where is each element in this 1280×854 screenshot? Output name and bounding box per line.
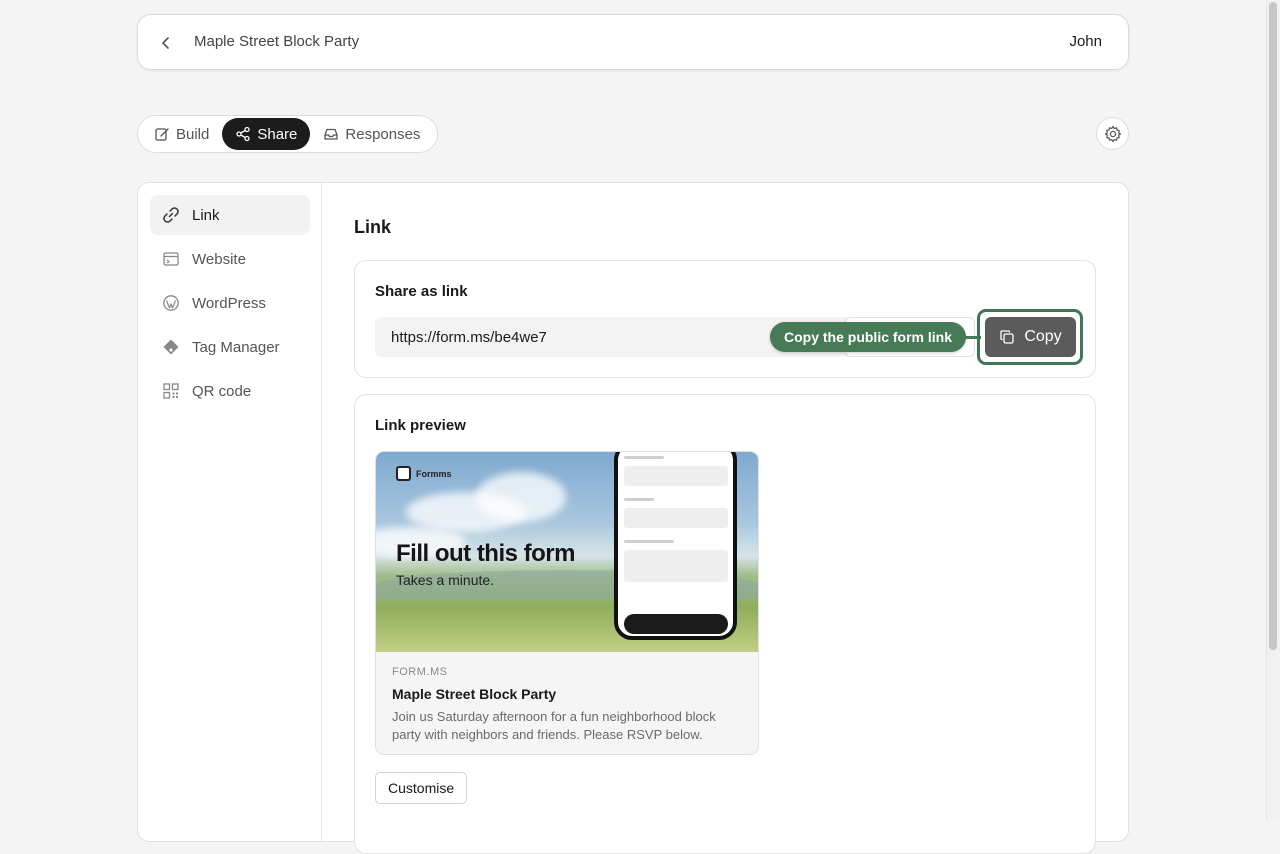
user-name[interactable]: John bbox=[1069, 33, 1102, 50]
link-preview-card: Link preview Formms Fill out this form T… bbox=[354, 394, 1096, 854]
top-bar: Maple Street Block Party John bbox=[137, 14, 1129, 70]
tab-bar: Build Share Responses bbox=[137, 115, 438, 153]
link-preview-label: Link preview bbox=[375, 417, 466, 434]
sidebar-item-label: Website bbox=[192, 250, 246, 268]
inbox-icon bbox=[324, 128, 339, 140]
sidebar-item-wordpress[interactable]: WordPress bbox=[150, 283, 310, 323]
settings-button[interactable] bbox=[1096, 117, 1129, 150]
tag-manager-icon bbox=[163, 339, 179, 355]
tab-share-label: Share bbox=[257, 125, 298, 143]
tab-build[interactable]: Build bbox=[141, 118, 222, 150]
sidebar-item-website[interactable]: Website bbox=[150, 239, 310, 279]
tab-responses-label: Responses bbox=[345, 125, 421, 143]
sidebar-item-label: Tag Manager bbox=[192, 338, 280, 356]
gear-icon bbox=[1104, 125, 1121, 142]
copy-tooltip: Copy the public form link bbox=[770, 322, 967, 352]
sidebar-item-label: Link bbox=[192, 206, 220, 224]
link-preview: Formms Fill out this form Takes a minute… bbox=[375, 451, 759, 755]
share-panel: Link Website WordPress Tag Manager QR co… bbox=[137, 182, 1129, 854]
share-url-text: https://form.ms/be4we7 bbox=[391, 328, 547, 346]
preview-brand: Formms bbox=[396, 466, 452, 481]
browser-icon bbox=[163, 252, 179, 266]
share-link-label: Share as link bbox=[375, 283, 468, 300]
form-title: Maple Street Block Party bbox=[194, 33, 360, 50]
copy-button[interactable]: Copy bbox=[985, 317, 1076, 357]
scrollbar-thumb[interactable] bbox=[1269, 2, 1277, 650]
copy-button-label: Copy bbox=[1024, 328, 1062, 345]
preview-brand-name: Formms bbox=[416, 468, 452, 479]
link-icon bbox=[163, 207, 179, 223]
back-button[interactable] bbox=[156, 33, 176, 53]
share-sidebar: Link Website WordPress Tag Manager QR co… bbox=[138, 183, 322, 841]
scrollbar[interactable] bbox=[1266, 0, 1280, 820]
brand-logo-icon bbox=[396, 466, 411, 481]
customise-button[interactable]: Customise bbox=[375, 772, 468, 804]
sidebar-item-label: WordPress bbox=[192, 294, 266, 312]
share-link-card: Share as link https://form.ms/be4we7 Cop… bbox=[354, 260, 1096, 378]
qr-code-icon bbox=[163, 383, 179, 399]
preview-title: Maple Street Block Party bbox=[392, 686, 557, 702]
preview-domain: FORM.MS bbox=[392, 666, 448, 678]
chevron-left-icon bbox=[162, 37, 169, 49]
sidebar-item-label: QR code bbox=[192, 382, 252, 400]
wordpress-icon bbox=[163, 295, 179, 311]
section-title: Link bbox=[354, 217, 392, 237]
phone-mockup bbox=[614, 452, 737, 640]
sidebar-item-qr-code[interactable]: QR code bbox=[150, 371, 310, 411]
sidebar-item-link[interactable]: Link bbox=[150, 195, 310, 235]
preview-headline: Fill out this form bbox=[396, 540, 575, 567]
edit-icon bbox=[155, 128, 169, 141]
preview-description: Join us Saturday afternoon for a fun nei… bbox=[392, 709, 716, 742]
sidebar-item-tag-manager[interactable]: Tag Manager bbox=[150, 327, 310, 367]
preview-subline: Takes a minute. bbox=[396, 572, 495, 588]
preview-image: Formms Fill out this form Takes a minute… bbox=[376, 452, 758, 652]
tab-share[interactable]: Share bbox=[222, 118, 311, 150]
share-icon bbox=[236, 126, 251, 142]
tab-responses[interactable]: Responses bbox=[310, 118, 433, 150]
copy-icon bbox=[1000, 330, 1014, 344]
tab-build-label: Build bbox=[176, 125, 210, 143]
